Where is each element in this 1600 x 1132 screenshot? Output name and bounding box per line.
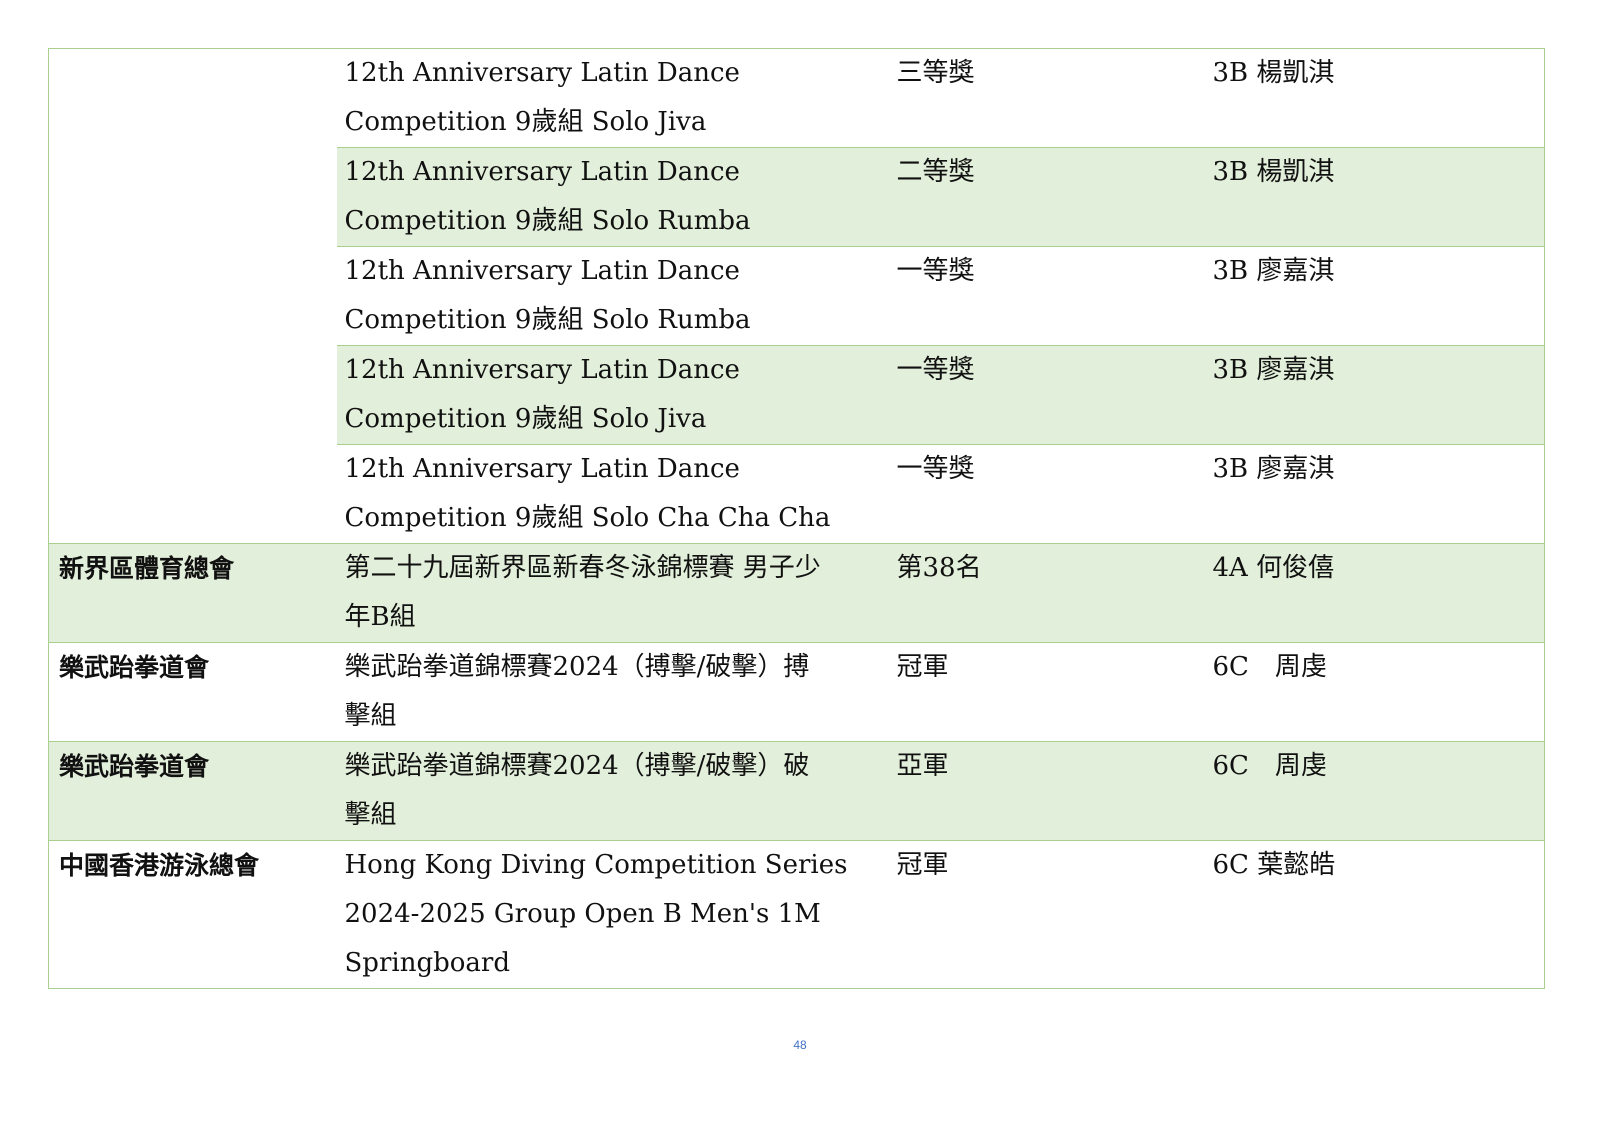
competition-cell: Hong Kong Diving Competition Series 2024… [336,840,889,989]
organization-cell: 樂武跆拳道會 [48,642,337,742]
competition-line: Hong Kong Diving Competition Series [344,850,848,880]
student-cell: 4A 何俊僖 [1210,543,1545,643]
competition-line: 12th Anniversary Latin Dance [344,256,740,286]
award-cell: 一等獎 [888,444,1211,544]
competition-line: 年B組 [344,602,416,632]
student-cell: 6C 周虔 [1210,741,1545,841]
competition-line: 第二十九屆新界區新春冬泳錦標賽 男子少 [344,553,821,583]
award-cell: 亞軍 [888,741,1211,841]
competition-line: 樂武跆拳道錦標賽2024（搏擊/破擊）搏 [344,652,810,682]
awards-table: 12th Anniversary Latin Dance Competition… [48,48,1545,989]
award-cell: 一等獎 [888,246,1211,346]
page-number: 48 [793,1038,807,1052]
competition-line: Springboard [344,948,510,978]
competition-cell: 12th Anniversary Latin Dance Competition… [336,444,889,544]
award-cell: 三等獎 [896,58,975,88]
competition-line: Competition 9歲組 Solo Rumba [344,206,751,236]
competition-line: 擊組 [344,701,397,731]
organization-cell: 新界區體育總會 [48,543,337,643]
student-cell: 3B 楊凱淇 [1210,147,1545,247]
competition-cell: 12th Anniversary Latin Dance Competition… [337,49,889,148]
competition-cell: 12th Anniversary Latin Dance Competition… [336,345,889,445]
competition-line: 2024-2025 Group Open B Men's 1M [344,899,821,929]
competition-cell: 12th Anniversary Latin Dance Competition… [336,246,889,346]
competition-cell: 12th Anniversary Latin Dance Competition… [336,147,889,247]
competition-line: Competition 9歲組 Solo Jiva [344,107,707,137]
award-cell: 一等獎 [888,345,1211,445]
competition-line: 樂武跆拳道錦標賽2024（搏擊/破擊）破 [344,751,810,781]
competition-line: 12th Anniversary Latin Dance [344,355,740,385]
student-cell: 3B 廖嘉淇 [1210,246,1545,346]
competition-cell: 第二十九屆新界區新春冬泳錦標賽 男子少 年B組 [336,543,889,643]
competition-line: 12th Anniversary Latin Dance [344,454,740,484]
award-cell: 二等獎 [888,147,1211,247]
competition-line: Competition 9歲組 Solo Jiva [344,404,707,434]
student-cell: 3B 楊凱淇 [1212,58,1335,88]
competition-line: Competition 9歲組 Solo Cha Cha Cha [344,503,831,533]
table-row: 樂武跆拳道會 樂武跆拳道錦標賽2024（搏擊/破擊）破 擊組 亞軍 6C 周虔 [48,741,1545,841]
organization-cell: 中國香港游泳總會 [48,840,337,989]
award-cell: 冠軍 [888,840,1211,989]
competition-line: Competition 9歲組 Solo Rumba [344,305,751,335]
award-cell: 冠軍 [888,642,1211,742]
competition-cell: 樂武跆拳道錦標賽2024（搏擊/破擊）搏 擊組 [336,642,889,742]
table-row: 新界區體育總會 第二十九屆新界區新春冬泳錦標賽 男子少 年B組 第38名 4A … [48,543,1545,643]
student-cell: 3B 廖嘉淇 [1210,345,1545,445]
organization-cell [48,48,337,544]
competition-line: 12th Anniversary Latin Dance [344,157,740,187]
competition-cell: 樂武跆拳道錦標賽2024（搏擊/破擊）破 擊組 [336,741,889,841]
organization-cell: 樂武跆拳道會 [48,741,337,841]
table-row: 12th Anniversary Latin Dance Competition… [48,48,1545,544]
student-cell: 6C 周虔 [1210,642,1545,742]
table-row: 樂武跆拳道會 樂武跆拳道錦標賽2024（搏擊/破擊）搏 擊組 冠軍 6C 周虔 [48,642,1545,742]
student-cell: 3B 廖嘉淇 [1210,444,1545,544]
student-cell: 6C 葉懿皓 [1210,840,1545,989]
award-cell: 第38名 [888,543,1211,643]
competition-line: 12th Anniversary Latin Dance [344,58,740,88]
competition-line: 擊組 [344,800,397,830]
table-row: 中國香港游泳總會 Hong Kong Diving Competition Se… [48,840,1545,989]
